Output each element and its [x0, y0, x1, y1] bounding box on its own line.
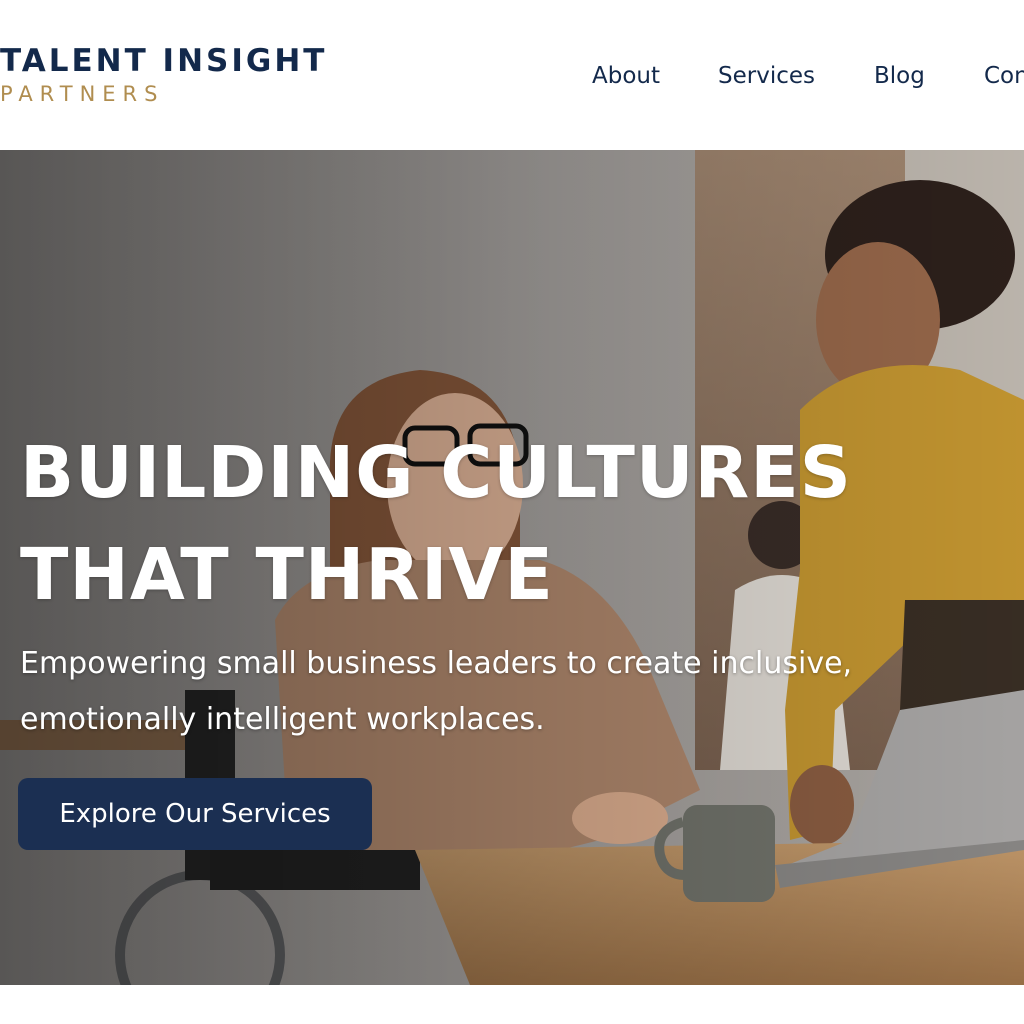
logo-name-line2: PARTNERS [0, 82, 165, 106]
hero-subtitle: Empowering small business leaders to cre… [20, 646, 853, 737]
site-logo[interactable]: TALENT INSIGHT PARTNERS [0, 44, 327, 108]
hero-title-line2: THAT THRIVE [20, 533, 554, 616]
hero-title: BUILDING CULTURES THAT THRIVE [20, 422, 852, 626]
nav-link-contact[interactable]: Contact [984, 62, 1024, 90]
explore-services-button[interactable]: Explore Our Services [18, 778, 372, 850]
nav-link-about[interactable]: About [592, 62, 660, 90]
nav-link-blog[interactable]: Blog [874, 62, 925, 90]
logo-name-line1: TALENT INSIGHT [0, 43, 328, 79]
hero-title-line1: BUILDING CULTURES [20, 431, 852, 514]
nav-link-services[interactable]: Services [718, 62, 815, 90]
hero-section: BUILDING CULTURES THAT THRIVE Empowering… [0, 150, 1024, 985]
site-header: TALENT INSIGHT PARTNERS About Services B… [0, 0, 1024, 150]
page-bottom-spacer [0, 985, 1024, 1024]
